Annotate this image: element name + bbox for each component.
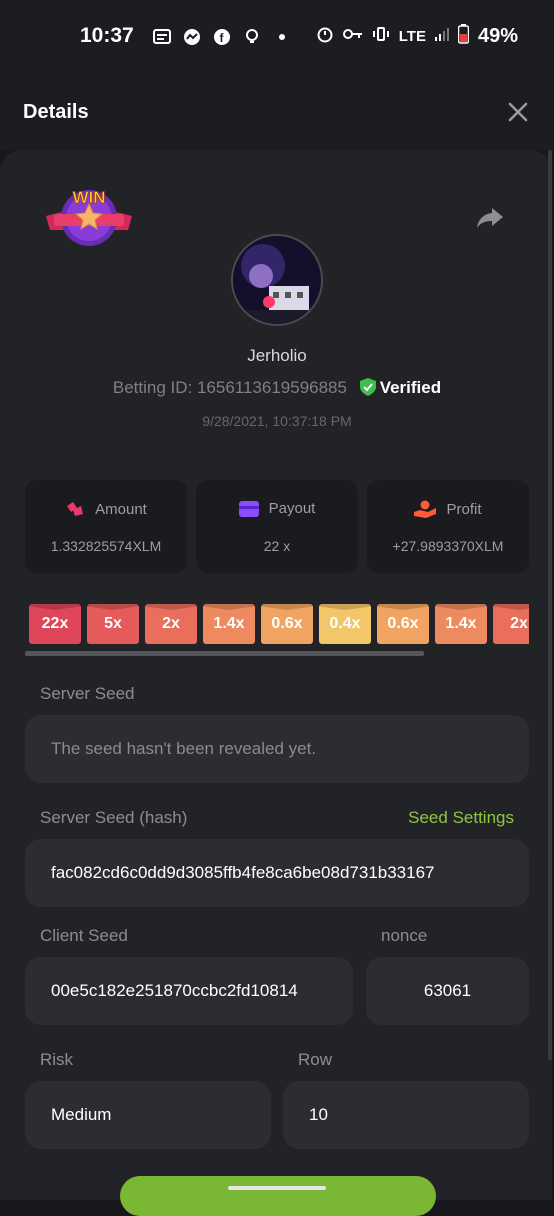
risk-field[interactable]: Medium bbox=[25, 1081, 271, 1149]
multiplier-row: 22x 5x 2x 1.4x 0.6x 0.4x 0.6x 1.4x 2x bbox=[29, 604, 529, 644]
multiplier-cell: 0.6x bbox=[377, 604, 429, 644]
dialog-header: Details bbox=[0, 74, 554, 150]
server-seed-label: Server Seed bbox=[40, 684, 135, 703]
network-type: LTE bbox=[398, 28, 426, 45]
scrollbar[interactable] bbox=[548, 150, 552, 1060]
profit-value: +27.9893370XLM bbox=[392, 538, 504, 554]
bulb-icon bbox=[242, 27, 262, 47]
payout-value: 22 x bbox=[263, 538, 291, 554]
multiplier-cell: 2x bbox=[145, 604, 197, 644]
amount-value: 1.332825574XLM bbox=[50, 538, 162, 554]
betting-id: Betting ID: 1656113619596885 bbox=[112, 378, 347, 397]
share-icon[interactable] bbox=[475, 202, 505, 232]
payout-label: Payout bbox=[268, 500, 316, 517]
verified-shield-icon bbox=[359, 378, 376, 396]
username: Jerholio bbox=[247, 346, 307, 365]
battery-percent: 49% bbox=[477, 25, 518, 47]
multiplier-cell: 1.4x bbox=[435, 604, 487, 644]
multiplier-cell: 22x bbox=[29, 604, 81, 644]
amount-card: Amount 1.332825574XLM bbox=[25, 480, 187, 573]
profit-card: Profit +27.9893370XLM bbox=[367, 480, 529, 573]
message-icon bbox=[152, 27, 172, 47]
signal-icon bbox=[434, 26, 449, 47]
server-seed-hash-field[interactable]: fac082cd6c0dd9d3085ffb4fe8ca6be08d731b33… bbox=[25, 839, 529, 907]
vibrate-icon bbox=[372, 25, 390, 48]
status-time: 10:37 bbox=[80, 24, 134, 47]
key-icon bbox=[342, 27, 363, 46]
bottom-action-button[interactable] bbox=[120, 1176, 436, 1216]
multiplier-cell: 5x bbox=[87, 604, 139, 644]
status-bar: 10:37 f LTE 49% bbox=[0, 0, 554, 74]
row-field[interactable]: 10 bbox=[283, 1081, 529, 1149]
betting-id-line: Betting ID: 1656113619596885 Verified bbox=[0, 378, 554, 398]
bet-datetime: 9/28/2021, 10:37:18 PM bbox=[202, 413, 352, 429]
multiplier-cell: 2x bbox=[493, 604, 529, 644]
dialog-title: Details bbox=[23, 101, 89, 123]
coins-icon bbox=[67, 502, 84, 516]
dot-icon bbox=[272, 27, 292, 47]
system-icons: LTE 49% bbox=[316, 24, 518, 49]
nonce-label: nonce bbox=[381, 926, 428, 945]
horizontal-scrollbar[interactable] bbox=[25, 651, 424, 656]
risk-label: Risk bbox=[40, 1050, 74, 1069]
multiplier-cell: 0.4x bbox=[319, 604, 371, 644]
win-badge-text: WIN bbox=[72, 188, 105, 207]
home-indicator[interactable] bbox=[228, 1186, 326, 1190]
battery-icon bbox=[457, 24, 470, 49]
facebook-icon: f bbox=[212, 27, 232, 47]
notification-icons: f bbox=[152, 27, 292, 47]
messenger-icon bbox=[182, 27, 202, 47]
avatar bbox=[231, 234, 323, 326]
card-icon bbox=[238, 500, 259, 517]
amount-label: Amount bbox=[95, 500, 147, 518]
payout-card: Payout 22 x bbox=[196, 480, 358, 573]
client-seed-field[interactable]: 00e5c182e251870ccbc2fd10814 bbox=[25, 957, 353, 1025]
server-seed-field[interactable]: The seed hasn't been revealed yet. bbox=[25, 715, 529, 783]
close-icon[interactable] bbox=[506, 100, 530, 124]
multiplier-cell: 1.4x bbox=[203, 604, 255, 644]
alarm-icon bbox=[316, 25, 334, 48]
seed-settings-link[interactable]: Seed Settings bbox=[408, 808, 514, 828]
nonce-field[interactable]: 63061 bbox=[366, 957, 529, 1025]
profit-label: Profit bbox=[446, 500, 482, 518]
verified-label: Verified bbox=[379, 378, 442, 397]
server-seed-hash-label: Server Seed (hash) bbox=[40, 808, 188, 827]
hand-money-icon bbox=[414, 500, 437, 518]
win-badge-icon: WIN bbox=[46, 188, 132, 246]
multiplier-cell: 0.6x bbox=[261, 604, 313, 644]
client-seed-label: Client Seed bbox=[40, 926, 128, 945]
row-label: Row bbox=[298, 1050, 333, 1069]
